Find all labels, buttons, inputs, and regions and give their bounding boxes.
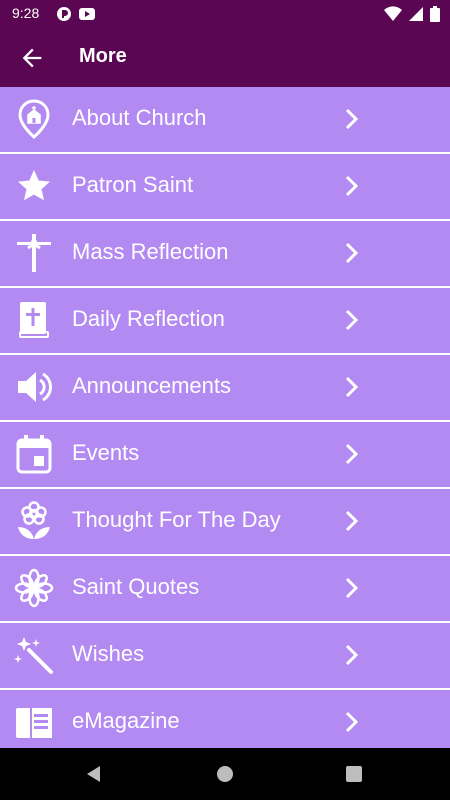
youtube-icon xyxy=(79,8,95,20)
menu-item-label: About Church xyxy=(72,105,207,130)
notification-app-icon xyxy=(57,7,71,21)
menu-item-label: Announcements xyxy=(72,373,231,398)
nav-recents-icon[interactable] xyxy=(342,762,366,786)
chevron-right-icon xyxy=(345,577,359,599)
status-system-icons xyxy=(384,6,440,22)
chevron-right-icon xyxy=(345,175,359,197)
flower-outline-icon xyxy=(14,568,54,608)
nav-back-icon[interactable] xyxy=(82,762,106,786)
menu-item-events[interactable]: Events xyxy=(0,422,450,487)
nav-home-icon[interactable] xyxy=(213,762,237,786)
status-time: 9:28 xyxy=(12,5,40,21)
menu-list[interactable]: About Church Patron Saint Mass Reflectio… xyxy=(0,87,450,748)
star-icon xyxy=(18,170,50,201)
chevron-right-icon xyxy=(345,376,359,398)
chevron-right-icon xyxy=(345,711,359,733)
chevron-right-icon xyxy=(345,443,359,465)
page-title: More xyxy=(79,45,127,67)
menu-item-label: Events xyxy=(72,440,140,465)
bible-icon xyxy=(19,302,49,338)
menu-item-saint-quotes[interactable]: Saint Quotes xyxy=(0,556,450,621)
menu-item-patron-saint[interactable]: Patron Saint xyxy=(0,154,450,219)
menu-item-announcements[interactable]: Announcements xyxy=(0,355,450,420)
chevron-right-icon xyxy=(345,644,359,666)
menu-item-emagazine[interactable]: eMagazine xyxy=(0,690,450,748)
church-location-icon xyxy=(18,99,50,139)
speaker-icon xyxy=(18,372,53,402)
status-bar: 9:28 xyxy=(0,0,450,28)
chevron-right-icon xyxy=(345,309,359,331)
menu-item-label: eMagazine xyxy=(72,708,180,733)
magic-wand-icon xyxy=(14,637,53,674)
menu-item-label: Daily Reflection xyxy=(72,306,225,331)
chevron-right-icon xyxy=(345,108,359,130)
menu-item-about-church[interactable]: About Church xyxy=(0,87,450,152)
flower-icon xyxy=(18,501,50,539)
menu-item-label: Wishes xyxy=(72,641,145,666)
crucifix-icon xyxy=(17,234,51,272)
chevron-right-icon xyxy=(345,510,359,532)
menu-item-mass-reflection[interactable]: Mass Reflection xyxy=(0,221,450,286)
menu-item-daily-reflection[interactable]: Daily Reflection xyxy=(0,288,450,353)
system-navigation-bar xyxy=(0,748,450,800)
back-arrow-icon[interactable] xyxy=(18,44,46,72)
signal-icon xyxy=(409,7,423,21)
menu-item-thought-for-the-day[interactable]: Thought For The Day xyxy=(0,489,450,554)
menu-item-label: Patron Saint xyxy=(72,172,194,197)
menu-item-label: Saint Quotes xyxy=(72,574,200,599)
menu-item-wishes[interactable]: Wishes xyxy=(0,623,450,688)
menu-item-label: Thought For The Day xyxy=(72,507,281,532)
wifi-icon xyxy=(384,6,402,22)
calendar-icon xyxy=(16,435,52,474)
status-notification-icons xyxy=(56,6,96,22)
menu-item-label: Mass Reflection xyxy=(72,239,229,264)
chevron-right-icon xyxy=(345,242,359,264)
battery-icon xyxy=(430,6,440,22)
app-bar: More xyxy=(0,28,450,87)
magazine-icon xyxy=(16,708,52,738)
